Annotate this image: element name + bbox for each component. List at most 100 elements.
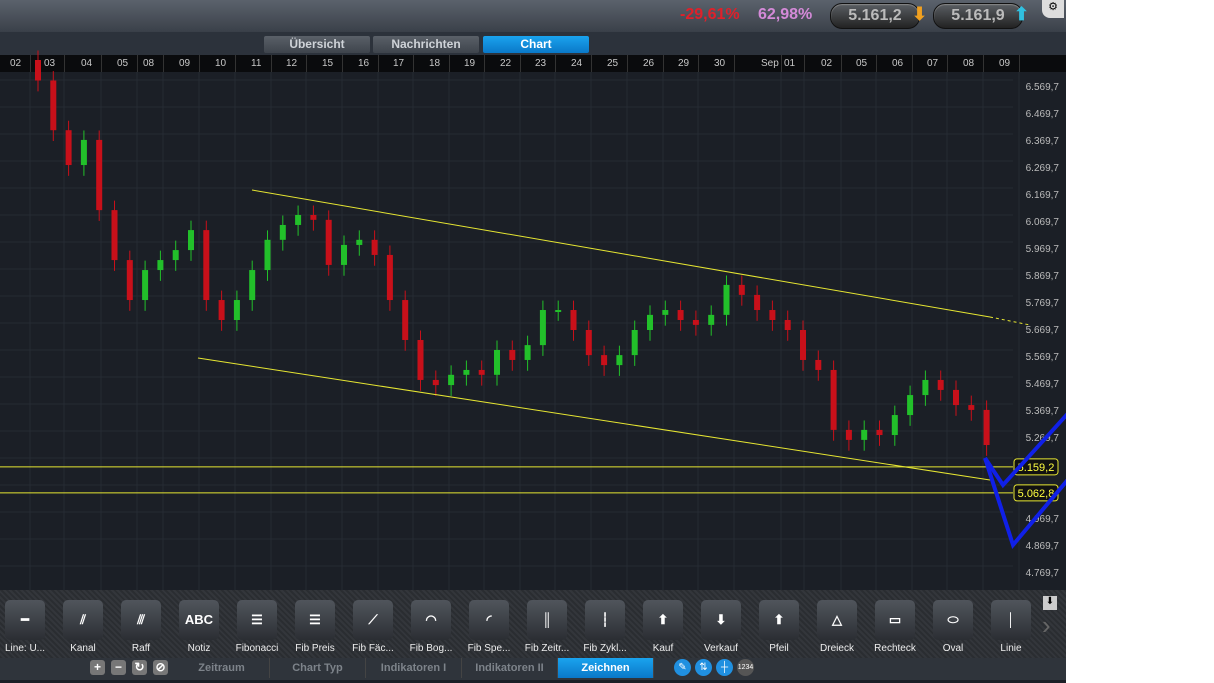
price-label-toggle[interactable]: 1234 — [737, 659, 754, 676]
candle-body — [325, 219, 332, 265]
tool-label: Rechteck — [874, 643, 916, 654]
candle-body — [432, 379, 439, 386]
candle-body — [738, 284, 745, 295]
tool-label: Raff — [131, 643, 151, 654]
raff-channel-icon: ⫻ — [121, 600, 161, 640]
fib-speed-icon: ◜ — [469, 600, 509, 640]
candle-body — [35, 59, 41, 81]
fibonacci-icon: ☰ — [237, 600, 277, 640]
tool-arrow[interactable]: ⬆ Pfeil — [750, 600, 808, 654]
candle-body — [876, 429, 883, 436]
fib-cycle-icon: ┆ — [585, 600, 625, 640]
candle-body — [126, 260, 133, 301]
candle-body — [769, 310, 776, 321]
tool-fibonacci[interactable]: ☰ Fibonacci — [228, 600, 286, 654]
tool-label: Kauf — [652, 643, 674, 654]
tool-fib-price[interactable]: ☰ Fib Preis — [286, 600, 344, 654]
candle-body — [188, 230, 194, 251]
candle-body — [555, 310, 562, 313]
tool-fib-time[interactable]: ║ Fib Zeitr... — [518, 600, 576, 654]
tool-rectangle[interactable]: ▭ Rechteck — [866, 600, 924, 654]
candle-body — [417, 339, 424, 380]
bottom-bar: + − ↻ ⊘ Zeitraum Chart Typ Indikatoren I Indika… — [0, 658, 1066, 680]
bottom-tab-chart-typ[interactable]: Chart Typ — [270, 658, 366, 678]
tool-triangle[interactable]: △ Dreieck — [808, 600, 866, 654]
price-axis-label: 5.369,7 — [1026, 406, 1060, 417]
candle-body — [585, 329, 592, 356]
candle-body — [784, 320, 791, 330]
candle-body — [907, 395, 914, 416]
horizontal-line-icon: ━ — [5, 600, 45, 640]
tool-label: Fib Bog... — [409, 643, 453, 654]
tool-note[interactable]: ABC Notiz — [170, 600, 228, 654]
tool-oval[interactable]: ⬭ Oval — [924, 600, 982, 654]
candlestick-chart[interactable]: 6.569,7 6.469,7 6.369,7 6.269,7 6.169,7 6.069… — [0, 0, 1066, 590]
tool-label: Verkauf — [704, 643, 738, 654]
bottom-tab-zeichnen[interactable]: Zeichnen — [558, 658, 654, 678]
tool-raff-channel[interactable]: ⫻ Raff — [112, 600, 170, 654]
candle-body — [371, 239, 378, 255]
pencil-icon[interactable]: ✎ — [674, 659, 691, 676]
candle-body — [662, 310, 669, 315]
collapse-icon[interactable]: ⬇ — [1043, 596, 1057, 610]
price-axis-label: 6.169,7 — [1026, 190, 1060, 201]
candle-body — [937, 379, 944, 390]
oval-icon: ⬭ — [933, 600, 973, 640]
candle-body — [692, 320, 699, 325]
candle-body — [402, 300, 409, 340]
bottom-tab-indikatoren-i[interactable]: Indikatoren I — [366, 658, 462, 678]
tool-fib-fan[interactable]: ⟋ Fib Fäc... — [344, 600, 402, 654]
arrow-icon: ⬆ — [759, 600, 799, 640]
bottom-tab-indikatoren-ii[interactable]: Indikatoren II — [462, 658, 558, 678]
candle-body — [891, 415, 898, 436]
tool-label: Fib Spe... — [467, 643, 511, 654]
tool-label: Fib Fäc... — [352, 643, 394, 654]
bottom-tab-zeitraum[interactable]: Zeitraum — [174, 658, 270, 678]
tool-label: Notiz — [187, 643, 211, 654]
tool-channel[interactable]: ⫽ Kanal — [54, 600, 112, 654]
next-tools-chevron-icon[interactable]: › — [1042, 610, 1051, 641]
candle-body — [157, 260, 164, 271]
candle-body — [723, 284, 730, 315]
candle-body — [142, 270, 149, 301]
candle-body — [249, 270, 256, 301]
candle-body — [922, 379, 929, 396]
tool-sell-arrow[interactable]: ⬇ Verkauf — [692, 600, 750, 654]
candle-body — [96, 139, 103, 211]
zoom-in-button[interactable]: + — [90, 660, 105, 675]
tool-fib-cycle[interactable]: ┆ Fib Zykl... — [576, 600, 634, 654]
candle-body — [264, 239, 271, 271]
refresh-button[interactable]: ↻ — [132, 660, 147, 675]
tool-buy-arrow[interactable]: ⬆ Kauf — [634, 600, 692, 654]
crosshair-icon[interactable]: ┼ — [716, 659, 733, 676]
tool-label: Dreieck — [820, 643, 854, 654]
candle-body — [524, 345, 531, 360]
candle-body — [111, 210, 118, 261]
candle-body — [845, 429, 852, 440]
tool-horizontal-line[interactable]: ━ Line: U... — [0, 600, 54, 654]
price-axis-label: 5.569,7 — [1026, 352, 1060, 363]
candle-body — [310, 214, 317, 220]
candle-body — [983, 409, 990, 446]
sell-arrow-icon: ⬇ — [701, 600, 741, 640]
tool-label: Kanal — [70, 643, 96, 654]
tool-fib-speed[interactable]: ◜ Fib Spe... — [460, 600, 518, 654]
zoom-out-button[interactable]: − — [111, 660, 126, 675]
candle-body — [218, 300, 225, 321]
fib-fan-icon: ⟋ — [353, 600, 393, 640]
tool-label: Fib Preis — [295, 643, 335, 654]
candle-body — [341, 244, 347, 265]
fib-price-icon: ☰ — [295, 600, 335, 640]
candle-body — [356, 239, 363, 245]
candle-body — [601, 355, 608, 366]
tool-fib-arc[interactable]: ◠ Fib Bog... — [402, 600, 460, 654]
swap-icon[interactable]: ⇅ — [695, 659, 712, 676]
price-axis-label: 5.869,7 — [1026, 271, 1060, 282]
candle-body — [647, 314, 653, 330]
drawing-toolbar: ━ Line: U... ⫽ Kanal ⫻ Raff ABC Notiz ☰ Fibonacci… — [0, 590, 1066, 658]
candle-body — [616, 355, 623, 366]
tool-vertical-line[interactable]: │ Linie — [982, 600, 1040, 654]
candle-body — [631, 329, 638, 356]
tool-label: Pfeil — [769, 643, 789, 654]
clear-button[interactable]: ⊘ — [153, 660, 168, 675]
